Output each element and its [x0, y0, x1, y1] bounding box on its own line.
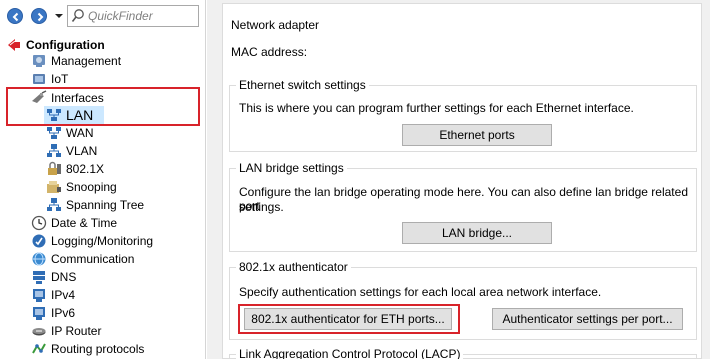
tree-label: LAN: [66, 107, 94, 123]
tree-label: DNS: [51, 270, 77, 284]
ipv4-icon: [31, 287, 47, 303]
dot1x-icon: [46, 161, 62, 177]
snooping-icon: [46, 179, 62, 195]
tree-item-routing-protocols[interactable]: Routing protocols: [31, 340, 144, 358]
tree-label: Logging/Monitoring: [51, 234, 154, 248]
tree-label: Management: [51, 54, 122, 68]
tree-label: IPv4: [51, 288, 76, 302]
tree-item-ip-router[interactable]: IP Router: [31, 322, 101, 340]
tree-item-ipv4[interactable]: IPv4: [31, 286, 75, 304]
communication-icon: [31, 251, 47, 267]
spanning-tree-icon: [46, 197, 62, 213]
tree-label: Interfaces: [51, 91, 104, 105]
tree-item-802-1x[interactable]: 802.1X: [46, 160, 104, 178]
configuration-icon: [6, 37, 22, 53]
lacp-group: Link Aggregation Control Protocol (LACP): [229, 347, 697, 359]
tree-item-spanning-tree[interactable]: Spanning Tree: [46, 196, 144, 214]
tree-label: WAN: [66, 126, 94, 140]
magnifier-icon: [71, 8, 85, 27]
forward-arrow-icon[interactable]: [31, 8, 47, 24]
ethernet-switch-description: This is where you can program further se…: [239, 101, 634, 115]
clock-icon: [31, 215, 47, 231]
back-arrow-icon[interactable]: [7, 8, 23, 24]
tree-label: Configuration: [26, 38, 105, 52]
tree-label: Communication: [51, 252, 135, 266]
ethernet-switch-group: Ethernet switch settings This is where y…: [229, 78, 697, 152]
dns-icon: [31, 269, 47, 285]
tree-item-ipv6[interactable]: IPv6: [31, 304, 75, 322]
lan-bridge-group: LAN bridge settings Configure the lan br…: [229, 161, 697, 252]
tree-label: IP Router: [51, 324, 102, 338]
management-icon: [31, 53, 47, 69]
tree-item-management[interactable]: Management: [31, 52, 121, 70]
tree-label: IPv6: [51, 306, 76, 320]
interfaces-icon: [31, 90, 47, 106]
lan-icon: [46, 107, 62, 123]
network-adapter-heading: Network adapter: [231, 18, 320, 32]
lan-bridge-description-line1: Configure the lan bridge operating mode …: [239, 185, 688, 213]
content-pane: Network adapter MAC address: Ethernet sw…: [207, 0, 710, 359]
wan-icon: [46, 125, 62, 141]
tree-item-lan[interactable]: LAN: [46, 106, 93, 124]
tree-label: Snooping: [66, 180, 117, 194]
tree-label: 802.1X: [66, 162, 105, 176]
tree-label: Spanning Tree: [66, 198, 145, 212]
navigation-toolbar: [0, 0, 205, 31]
chevron-down-icon[interactable]: [54, 10, 64, 20]
quickfinder-input[interactable]: [88, 7, 196, 25]
tree-item-communication[interactable]: Communication: [31, 250, 134, 268]
tree-item-vlan[interactable]: VLAN: [46, 142, 97, 160]
tree-label: Routing protocols: [51, 342, 145, 356]
lacp-title: Link Aggregation Control Protocol (LACP): [236, 347, 464, 359]
router-icon: [31, 323, 47, 339]
vlan-icon: [46, 143, 62, 159]
ethernet-ports-button[interactable]: Ethernet ports: [402, 124, 552, 146]
mac-address-label: MAC address:: [231, 45, 308, 59]
iot-icon: [31, 71, 47, 87]
authenticator-settings-per-port-button[interactable]: Authenticator settings per port...: [492, 308, 683, 330]
authenticator-description: Specify authentication settings for each…: [239, 285, 602, 299]
settings-panel: Network adapter MAC address: Ethernet sw…: [222, 3, 702, 359]
tree-label: Date & Time: [51, 216, 118, 230]
lan-bridge-title: LAN bridge settings: [236, 161, 347, 175]
authenticator-group: 802.1x authenticator Specify authenticat…: [229, 260, 697, 340]
tree-item-interfaces[interactable]: Interfaces: [31, 89, 104, 107]
routing-protocols-icon: [31, 341, 47, 357]
quickfinder-search-box[interactable]: [67, 5, 199, 27]
tree-item-snooping[interactable]: Snooping: [46, 178, 117, 196]
tree-item-date-time[interactable]: Date & Time: [31, 214, 117, 232]
lan-bridge-description-line2: settings.: [239, 200, 284, 214]
tree-item-dns[interactable]: DNS: [31, 268, 76, 286]
tree-item-iot[interactable]: IoT: [31, 70, 68, 88]
ipv6-icon: [31, 305, 47, 321]
authenticator-eth-highlight-box: [238, 304, 460, 334]
authenticator-title: 802.1x authenticator: [236, 260, 351, 274]
tree-item-wan[interactable]: WAN: [46, 124, 94, 142]
tree-item-logging-monitoring[interactable]: Logging/Monitoring: [31, 232, 153, 250]
tree-label: VLAN: [66, 144, 98, 158]
tree-label: IoT: [51, 72, 69, 86]
lan-bridge-button[interactable]: LAN bridge...: [402, 222, 552, 244]
monitoring-icon: [31, 233, 47, 249]
navigation-pane: Configuration Management IoT Interfaces …: [0, 0, 206, 359]
ethernet-switch-title: Ethernet switch settings: [236, 78, 369, 92]
